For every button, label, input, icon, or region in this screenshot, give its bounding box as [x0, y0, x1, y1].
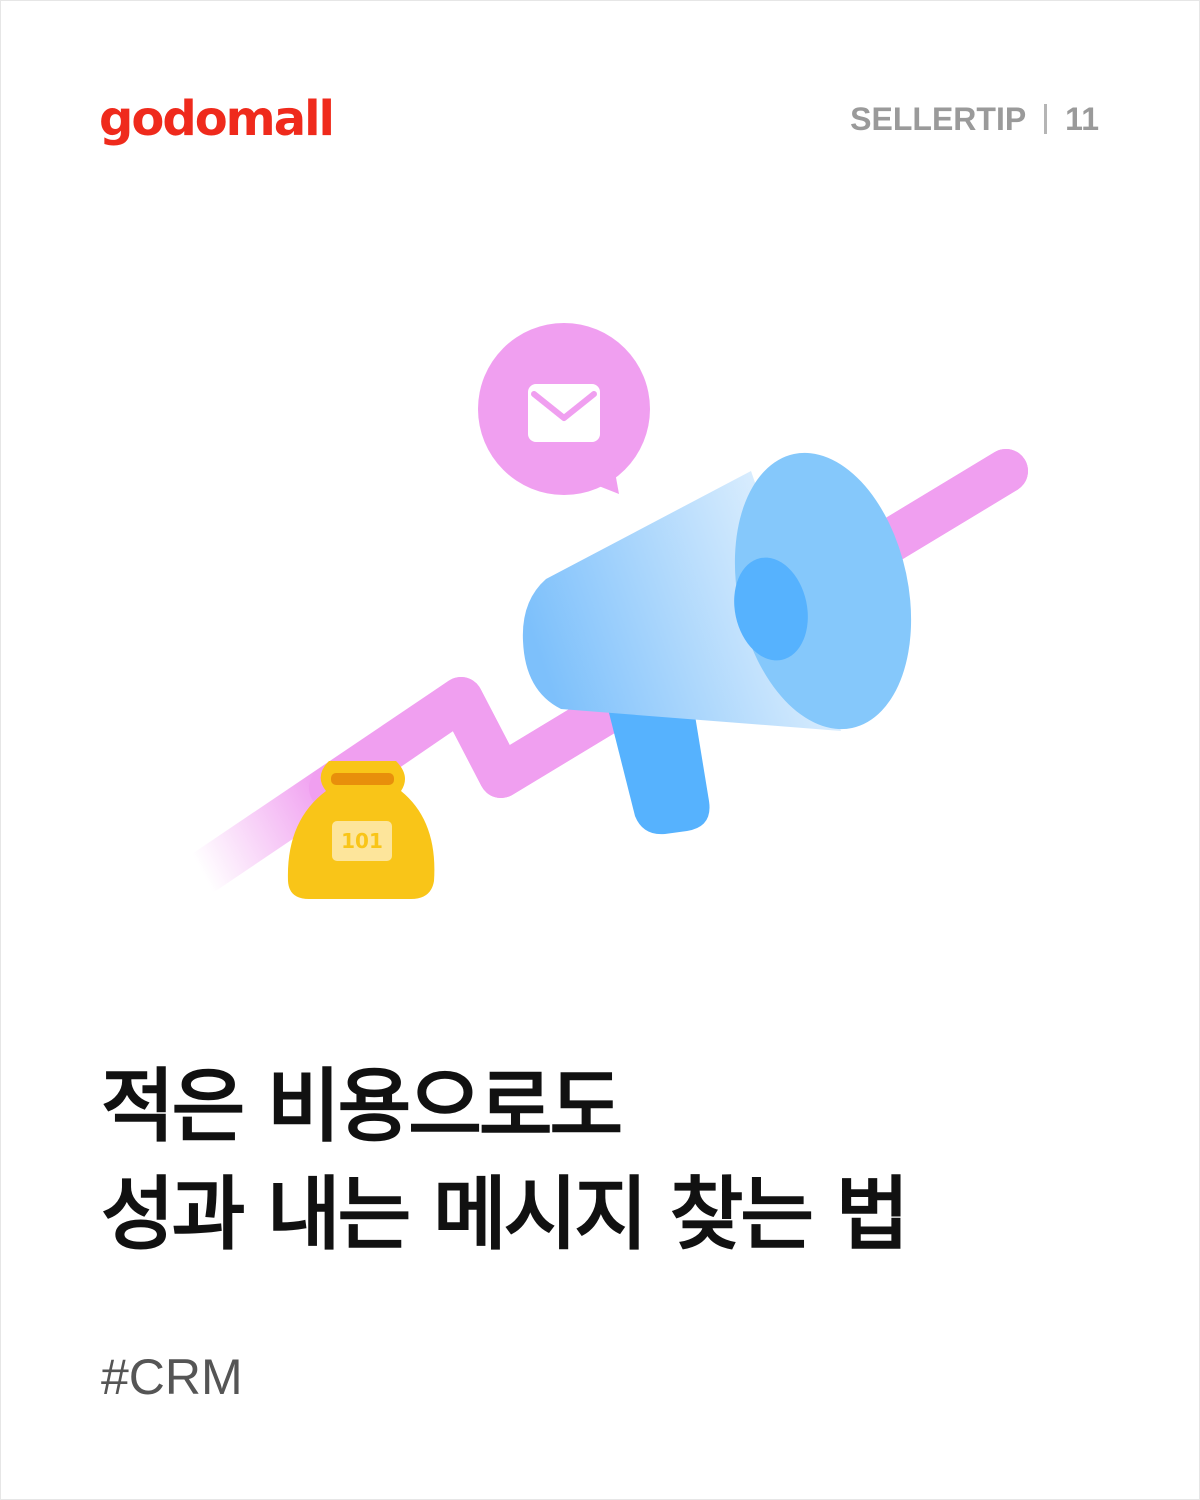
speech-bubble	[478, 323, 650, 495]
money-bag-label: 101	[341, 829, 383, 853]
headline: 적은 비용으로도 성과 내는 메시지 찾는 법	[101, 1053, 909, 1269]
megaphone-icon	[522, 452, 912, 835]
card: godomall SELLERTIP 11 101 적은 비용으로도 성과 내는…	[0, 0, 1200, 1500]
illustration: 101	[184, 323, 1028, 899]
envelope-icon	[528, 384, 600, 442]
headline-line-1: 적은 비용으로도	[101, 1060, 623, 1153]
hashtag[interactable]: #CRM	[101, 1347, 243, 1407]
headline-line-2: 성과 내는 메시지 찾는 법	[101, 1168, 909, 1261]
